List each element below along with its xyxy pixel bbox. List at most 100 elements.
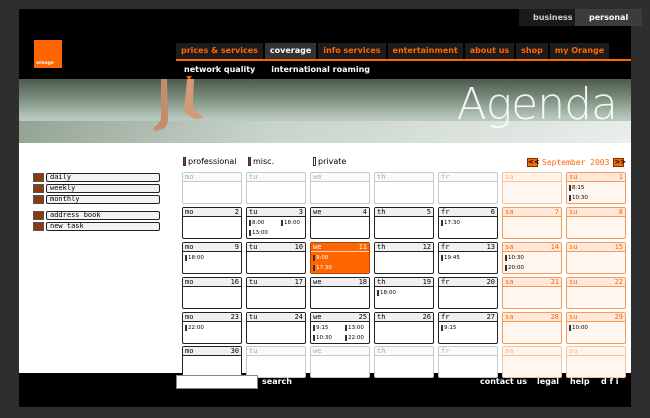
footer-help[interactable]: help	[570, 377, 590, 386]
weekday-label: mo	[185, 173, 194, 181]
event-item[interactable]: 8:15	[569, 185, 584, 191]
calendar-day-11[interactable]: we 11 9:00 17:30	[310, 242, 370, 274]
day-header: sa	[503, 173, 561, 182]
next-month-button[interactable]: >>	[613, 158, 626, 167]
calendar-day-23[interactable]: mo 23 22:00	[182, 312, 242, 344]
link-label: weekly	[46, 183, 160, 193]
calendar-day-15[interactable]: su 15	[566, 242, 626, 274]
calendar-day-27[interactable]: fr 27 9:15	[438, 312, 498, 344]
calendar-day-29[interactable]: su 29 10:00	[566, 312, 626, 344]
link-new-task[interactable]: new task	[33, 221, 160, 231]
calendar-day-17[interactable]: tu 17	[246, 277, 306, 309]
legend-professional: professional	[183, 157, 236, 166]
calendar-day-18[interactable]: we 18	[310, 277, 370, 309]
day-header: tu	[247, 173, 305, 182]
calendar-day-21[interactable]: sa 21	[502, 277, 562, 309]
calendar-day-5[interactable]: th 5	[374, 207, 434, 239]
event-marker-icon	[313, 265, 315, 271]
calendar-day-30[interactable]: mo 30	[182, 346, 242, 378]
event-item[interactable]: 13:00	[249, 230, 268, 236]
calendar-day-14[interactable]: sa 14 10:30 20:00	[502, 242, 562, 274]
event-item[interactable]: 10:00	[569, 325, 588, 331]
calendar-cell-empty: su	[566, 346, 626, 378]
event-item[interactable]: 9:15	[313, 325, 328, 331]
nav-entertainment[interactable]: entertainment	[387, 43, 465, 59]
footer-legal[interactable]: legal	[537, 377, 559, 386]
event-item[interactable]: 18:00	[377, 290, 396, 296]
day-number: 10	[294, 243, 303, 251]
nav-coverage[interactable]: coverage	[264, 43, 319, 59]
calendar-day-10[interactable]: tu 10	[246, 242, 306, 274]
event-item[interactable]: 17:30	[441, 220, 460, 226]
calendar-day-19[interactable]: th 19 18:00	[374, 277, 434, 309]
day-header: we 4	[311, 208, 369, 217]
event-item[interactable]: 10:30	[569, 195, 588, 201]
calendar-day-4[interactable]: we 4	[310, 207, 370, 239]
calendar-day-20[interactable]: fr 20	[438, 277, 498, 309]
event-item[interactable]: 10:30	[313, 335, 332, 341]
nav-my-orange[interactable]: my Orange	[549, 43, 612, 59]
day-header: tu	[247, 347, 305, 356]
nav-about-us[interactable]: about us	[464, 43, 517, 59]
day-header: mo	[183, 173, 241, 182]
weekday-label: we	[313, 173, 322, 181]
orange-logo[interactable]: orange	[34, 40, 62, 68]
tab-personal[interactable]: personal	[575, 9, 643, 26]
calendar-day-8[interactable]: su 8	[566, 207, 626, 239]
nav-shop[interactable]: shop	[516, 43, 550, 59]
weekday-label: su	[569, 208, 578, 216]
event-item[interactable]: 8:00	[249, 220, 264, 226]
link-weekly[interactable]: weekly	[33, 183, 160, 193]
calendar-day-26[interactable]: th 26	[374, 312, 434, 344]
event-item[interactable]: 22:00	[345, 335, 364, 341]
event-item[interactable]: 17:30	[313, 265, 332, 271]
calendar-day-2[interactable]: mo 2	[182, 207, 242, 239]
calendar-day-28[interactable]: sa 28	[502, 312, 562, 344]
calendar-day-13[interactable]: fr 13 19:45	[438, 242, 498, 274]
event-item[interactable]: 18:00	[185, 255, 204, 261]
nav-info-services[interactable]: info services	[318, 43, 388, 59]
calendar-day-16[interactable]: mo 16	[182, 277, 242, 309]
event-item[interactable]: 19:45	[441, 255, 460, 261]
subnav-network-quality[interactable]: network quality	[184, 65, 255, 80]
calendar-day-24[interactable]: tu 24	[246, 312, 306, 344]
day-header: tu 3	[247, 208, 305, 217]
calendar-day-22[interactable]: su 22	[566, 277, 626, 309]
day-header: su	[567, 347, 625, 356]
event-item[interactable]: 10:30	[505, 255, 524, 261]
subnav-international-roaming[interactable]: international roaming	[271, 65, 370, 74]
footer-languages[interactable]: d f i	[601, 377, 619, 386]
calendar-cell-empty: we	[310, 346, 370, 378]
month-label: September 2003	[542, 158, 610, 167]
link-address-book[interactable]: address book	[33, 210, 160, 220]
search-button[interactable]: search	[262, 377, 292, 386]
event-item[interactable]: 13:00	[345, 325, 364, 331]
event-item[interactable]: 9:15	[441, 325, 456, 331]
footer-contact-us[interactable]: contact us	[480, 377, 527, 386]
link-monthly[interactable]: monthly	[33, 194, 160, 204]
link-label: address book	[46, 210, 160, 220]
prev-month-button[interactable]: <<	[527, 158, 540, 167]
day-number: 12	[422, 243, 431, 251]
calendar-day-12[interactable]: th 12	[374, 242, 434, 274]
event-item[interactable]: 9:00	[313, 255, 328, 261]
day-header: mo 2	[183, 208, 241, 217]
event-marker-icon	[313, 325, 315, 331]
banner: Agenda	[19, 79, 631, 143]
nav-prices-services[interactable]: prices & services	[176, 43, 265, 59]
calendar-day-9[interactable]: mo 9 18:00	[182, 242, 242, 274]
calendar-day-6[interactable]: fr 6 17:30	[438, 207, 498, 239]
calendar-day-3[interactable]: tu 3 8:00 18:00 13:00	[246, 207, 306, 239]
event-item[interactable]: 20:00	[505, 265, 524, 271]
link-daily[interactable]: daily	[33, 172, 160, 182]
event-marker-icon	[505, 255, 507, 261]
legend-label: misc.	[253, 157, 275, 166]
weekday-label: we	[313, 347, 322, 355]
calendar-day-25[interactable]: we 25 9:15 13:00 10:30 22:00	[310, 312, 370, 344]
calendar-day-7[interactable]: sa 7	[502, 207, 562, 239]
calendar-day-1[interactable]: su 1 8:15 10:30	[566, 172, 626, 204]
event-item[interactable]: 18:00	[281, 220, 300, 226]
day-header: we	[311, 173, 369, 182]
search-input[interactable]	[176, 375, 258, 389]
event-item[interactable]: 22:00	[185, 325, 204, 331]
